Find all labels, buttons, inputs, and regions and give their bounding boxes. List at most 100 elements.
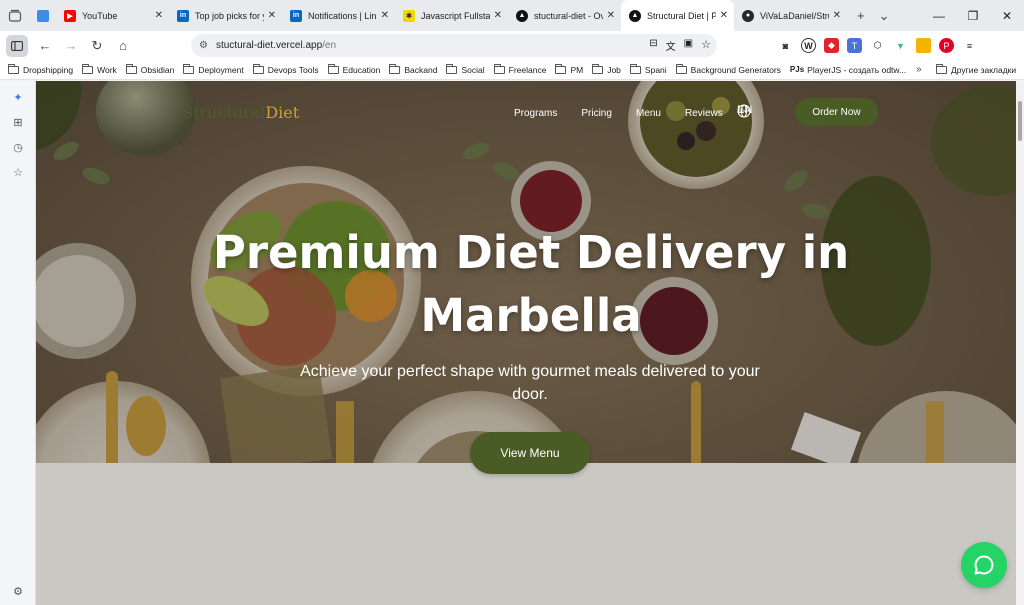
home-icon[interactable]: ⌂ xyxy=(110,34,136,58)
tab-title: Top job picks for y xyxy=(195,10,264,21)
bookmarks-bar: Dropshipping Work Obsidian Deployment De… xyxy=(0,60,1024,80)
install-app-icon[interactable]: ⊟ xyxy=(649,38,657,53)
chat-widget-button[interactable] xyxy=(961,542,1007,588)
tab-javascript[interactable]: ✱ Javascript Fullstack ✕ xyxy=(395,0,508,31)
new-tab-icon[interactable]: + xyxy=(857,8,865,23)
bookmark-folder[interactable]: Dropshipping xyxy=(8,63,73,75)
bookmark-folder[interactable]: Obsidian xyxy=(125,63,174,75)
tab-github[interactable]: ● ViVaLaDaniel/Struct ✕ xyxy=(734,0,847,31)
tab-linkedin-jobs[interactable]: in Top job picks for y ✕ xyxy=(169,0,282,31)
bookmark-folder[interactable]: Social xyxy=(446,63,485,75)
bookmark-link[interactable]: PJs PlayerJS - создать odtw... xyxy=(790,65,906,75)
close-tab-icon[interactable]: ✕ xyxy=(833,10,841,21)
browser-sidebar: ✦ ⊞ ◷ ☆ ⚙ xyxy=(0,81,36,605)
close-tab-icon[interactable]: ✕ xyxy=(155,10,163,21)
scrollbar-thumb[interactable] xyxy=(1018,101,1022,141)
tab-title: YouTube xyxy=(82,10,118,21)
hero-section: StructuralDiet Programs Pricing Menu Rev… xyxy=(36,81,1016,463)
page-viewport: StructuralDiet Programs Pricing Menu Rev… xyxy=(36,81,1016,605)
bookmark-folder[interactable]: Background Generators xyxy=(675,63,781,75)
globe-icon xyxy=(737,104,751,118)
tab-youtube[interactable]: ▶ YouTube ✕ xyxy=(56,0,169,31)
close-tab-icon[interactable]: ✕ xyxy=(268,10,276,21)
playerjs-icon: PJs xyxy=(789,65,805,74)
bookmark-folder[interactable]: Devops Tools xyxy=(252,63,319,75)
bookmark-star-icon[interactable]: ☆ xyxy=(701,38,711,53)
vue-devtools-icon[interactable]: ▼ xyxy=(893,38,908,53)
youtube-icon: ▶ xyxy=(64,9,76,22)
tab-groups-icon[interactable] xyxy=(0,0,30,31)
sidebar-toggle-icon[interactable] xyxy=(6,34,28,57)
site-info-icon[interactable]: ⚙ xyxy=(199,40,208,51)
screenshot-icon[interactable]: ◙ xyxy=(778,38,793,53)
order-now-button[interactable]: Order Now xyxy=(795,98,878,126)
close-tab-icon[interactable]: ✕ xyxy=(607,10,615,21)
ai-sparkle-icon[interactable]: ✦ xyxy=(11,90,25,104)
language-switcher[interactable]: EN xyxy=(737,104,752,118)
translate-icon[interactable]: 文 xyxy=(666,38,676,53)
tab-pinned[interactable] xyxy=(30,0,56,31)
history-icon[interactable]: ◷ xyxy=(11,140,25,154)
folder-icon xyxy=(629,63,641,74)
adblock-shield-icon[interactable]: ◆ xyxy=(824,38,839,53)
folder-icon xyxy=(82,63,94,74)
folder-icon xyxy=(555,63,567,74)
settings-gear-icon[interactable]: ⚙ xyxy=(11,584,25,598)
bookmark-folder[interactable]: Education xyxy=(327,63,380,75)
bookmark-folder[interactable]: Spani xyxy=(629,63,667,75)
page-scrollbar[interactable] xyxy=(1016,81,1024,605)
linkedin-icon: in xyxy=(177,9,189,22)
tab-search-icon[interactable]: ⊞ xyxy=(11,115,25,129)
browser-toolbar: ← → ↻ ⌂ ⚙ stuctural-diet.vercel.app/en ⊟… xyxy=(0,31,1024,60)
close-tab-icon[interactable]: ✕ xyxy=(494,10,502,21)
favorites-star-icon[interactable]: ☆ xyxy=(11,165,25,179)
folder-icon xyxy=(389,63,401,74)
nav-pricing[interactable]: Pricing xyxy=(581,108,612,119)
hero-title-line: Premium Diet Delivery in xyxy=(212,226,850,279)
window-close-icon[interactable]: ✕ xyxy=(990,0,1024,31)
folder-icon xyxy=(327,63,339,74)
bookmark-folder[interactable]: PM xyxy=(555,63,583,75)
bookmark-folder[interactable]: Job xyxy=(592,63,621,75)
folder-icon xyxy=(8,63,19,74)
close-tab-icon[interactable]: ✕ xyxy=(381,10,389,21)
tab-vercel-overview[interactable]: ▲ stuctural-diet - Ove ✕ xyxy=(508,0,621,31)
bookmark-folder[interactable]: Backand xyxy=(389,63,437,75)
url-text: stuctural-diet.vercel.app/en xyxy=(215,40,337,51)
tab-structural-diet[interactable]: ▲ Structural Diet | Pr ✕ xyxy=(621,0,734,31)
minimize-icon[interactable]: — xyxy=(922,0,956,31)
bookmark-folder[interactable]: Deployment xyxy=(183,63,244,75)
folder-icon xyxy=(125,63,137,74)
bookmark-folder[interactable]: Work xyxy=(82,63,117,75)
forward-icon[interactable]: → xyxy=(58,34,84,58)
restore-icon[interactable]: ❐ xyxy=(956,0,990,31)
reading-mode-icon[interactable]: ▣ xyxy=(684,38,693,53)
vercel-icon: ▲ xyxy=(516,9,528,22)
close-tab-icon[interactable]: ✕ xyxy=(720,10,728,21)
other-bookmarks-folder[interactable]: Другие закладки xyxy=(936,60,1016,80)
address-bar[interactable]: ⚙ stuctural-diet.vercel.app/en ⊟ 文 ▣ ☆ xyxy=(191,34,717,57)
browser-menu-icon[interactable]: ≡ xyxy=(962,38,977,53)
nav-menu[interactable]: Menu xyxy=(636,108,661,119)
translate-extension-icon[interactable]: T xyxy=(847,38,862,53)
tab-list-chevron-icon[interactable]: ⌄ xyxy=(879,8,890,24)
extension-w-icon[interactable]: W xyxy=(801,38,816,53)
more-bookmarks-icon[interactable]: » xyxy=(916,64,922,75)
linkedin-icon: in xyxy=(290,9,302,22)
site-logo[interactable]: StructuralDiet xyxy=(182,103,299,122)
nav-reviews[interactable]: Reviews xyxy=(685,108,723,119)
folder-icon xyxy=(446,63,458,74)
main-nav: Programs Pricing Menu Reviews xyxy=(514,108,747,119)
folder-icon xyxy=(675,63,687,74)
reload-icon[interactable]: ↻ xyxy=(84,34,110,58)
view-menu-button[interactable]: View Menu xyxy=(470,432,590,474)
back-icon[interactable]: ← xyxy=(32,34,58,58)
hero-title-line: Marbella xyxy=(420,289,642,342)
puzzle-icon[interactable]: ⬡ xyxy=(870,38,885,53)
color-picker-icon[interactable] xyxy=(916,38,931,53)
bookmark-folder[interactable]: Freelance xyxy=(493,63,546,75)
pinterest-icon[interactable]: P xyxy=(939,38,954,53)
tab-linkedin-notifications[interactable]: in Notifications | Link ✕ xyxy=(282,0,395,31)
folder-icon xyxy=(493,63,505,74)
nav-programs[interactable]: Programs xyxy=(514,108,557,119)
